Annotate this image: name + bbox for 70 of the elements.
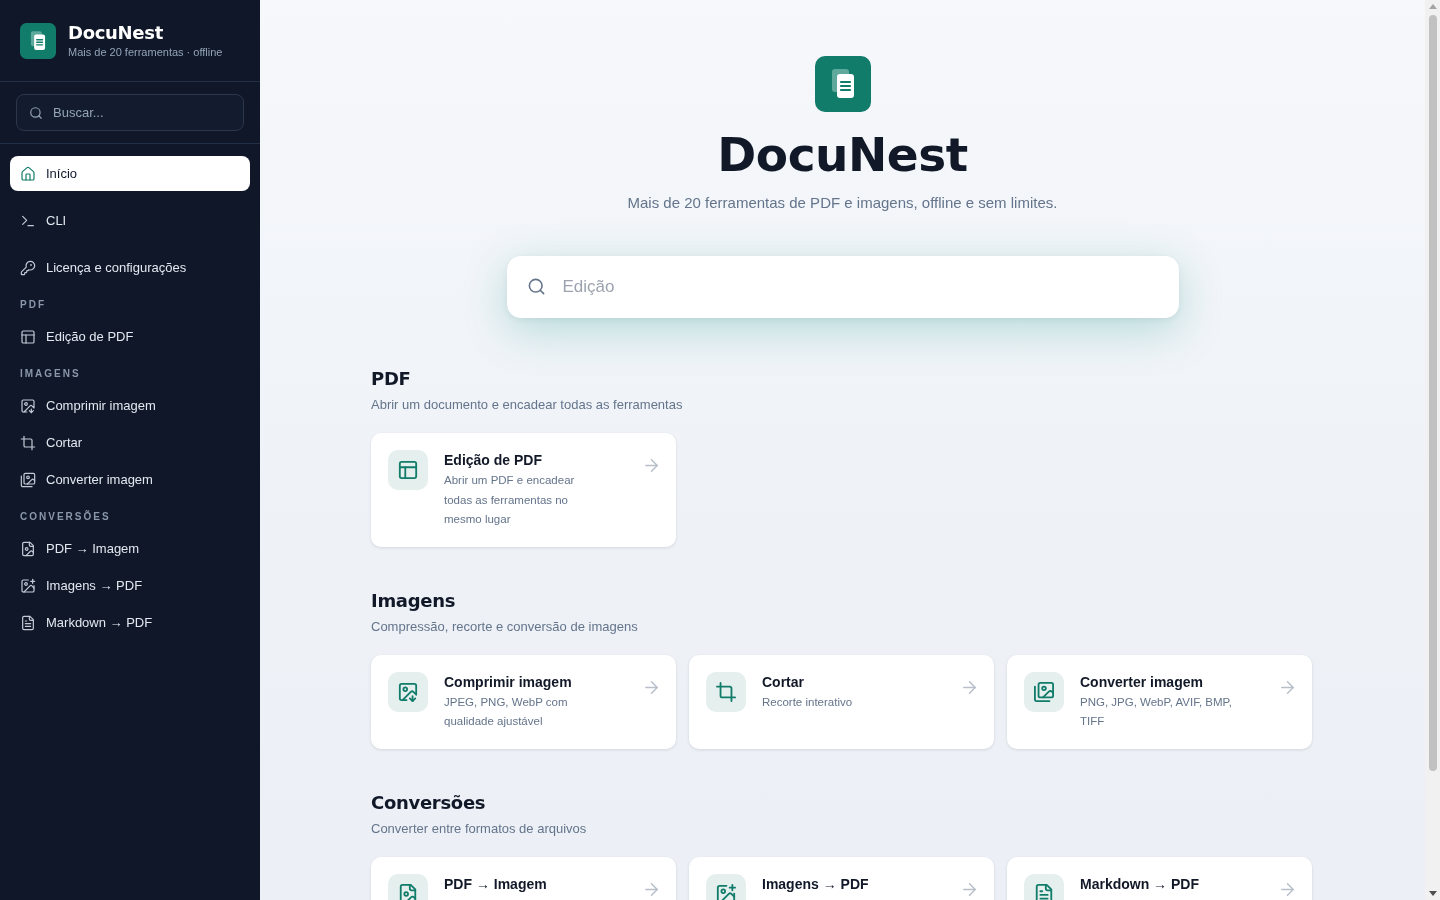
key-icon: [20, 259, 36, 276]
tool-card[interactable]: Edição de PDF Abrir um PDF e encadear todas as ferramentas no mesmo lugar: [371, 433, 676, 547]
nav-item[interactable]: Licença e configurações: [10, 250, 250, 285]
search-icon: [29, 106, 43, 120]
nav-item[interactable]: Markdown → PDF: [10, 605, 250, 640]
section-heading: PDF: [371, 367, 412, 391]
search-icon: [526, 277, 546, 296]
tool-title: Comprimir imagem: [444, 672, 573, 692]
tool-card[interactable]: Imagens → PDF: [689, 856, 994, 900]
arrow-right-icon: [645, 680, 658, 694]
tool-title: Edição de PDF: [444, 451, 544, 470]
images-icon: [20, 471, 36, 488]
arrow-right-icon: [963, 882, 976, 896]
caret-up-icon[interactable]: [1428, 4, 1437, 9]
crop-icon: [706, 671, 746, 712]
nav-item[interactable]: Imagens → PDF: [10, 568, 250, 603]
app-subtitle: Mais de 20 ferramentas · offline: [68, 46, 223, 59]
arrow-right-icon: [963, 680, 976, 694]
tool-description: Abrir um PDF e encadear todas as ferramentas no mesmo lugar: [444, 473, 576, 527]
nav-item[interactable]: Comprimir imagem: [10, 388, 250, 423]
tool-title: Markdown → PDF: [1080, 874, 1200, 894]
file-text-icon: [20, 614, 36, 631]
images-icon: [1024, 671, 1064, 712]
layout-icon: [388, 450, 428, 490]
crop-icon: [20, 434, 36, 451]
section-description: Abrir um documento e encadear todas as ferramentas: [371, 396, 684, 414]
section-description: Compressão, recorte e conversão de imagens: [371, 617, 639, 636]
nav-item[interactable]: PDF → Imagem: [10, 531, 250, 566]
tool-description: PNG, JPG, WebP, AVIF, BMP, TIFF: [1080, 694, 1233, 729]
tool-card[interactable]: Cortar Recorte interativo: [689, 654, 994, 749]
logo-icon: [814, 56, 871, 112]
section-label: PDF: [19, 299, 47, 311]
app-title: DocuNest: [68, 22, 164, 43]
image-download-icon: [20, 397, 36, 414]
nav-item[interactable]: Converter imagem: [10, 462, 250, 497]
nav-item[interactable]: CLI: [10, 203, 250, 238]
scrollbar-thumb[interactable]: [1428, 15, 1437, 771]
nav-item[interactable]: Edição de PDF: [10, 319, 250, 354]
tool-card[interactable]: Markdown → PDF: [1007, 856, 1312, 900]
scrollbar[interactable]: [1425, 0, 1440, 900]
tool-title: Converter imagem: [1080, 672, 1204, 692]
section-heading: Conversões: [371, 790, 487, 815]
tool-card[interactable]: Converter imagem PNG, JPG, WebP, AVIF, BMP, TIFF: [1007, 654, 1312, 749]
section-label: IMAGENS: [19, 368, 82, 380]
hero-subtitle: Mais de 20 ferramentas de PDF e imagens, offline e sem limites.: [627, 193, 1058, 213]
tool-title: Cortar: [762, 672, 805, 692]
nav-item[interactable]: Início: [10, 156, 250, 191]
tool-card[interactable]: Comprimir imagem JPEG, PNG, WebP com qualidade ajustável: [371, 654, 676, 749]
arrow-right-icon: [1281, 882, 1294, 896]
section-heading: Imagens: [371, 588, 457, 613]
logo-icon: [20, 22, 56, 59]
tool-card[interactable]: PDF → Imagem: [371, 856, 676, 900]
section-description: Converter entre formatos de arquivos: [371, 819, 588, 838]
nav-item[interactable]: Cortar: [10, 425, 250, 460]
hero-title: DocuNest: [717, 127, 968, 183]
arrow-right-icon: [1281, 680, 1294, 694]
search-field[interactable]: Buscar...: [16, 94, 244, 131]
file-image-icon: [20, 540, 36, 557]
home-icon: [20, 165, 36, 182]
image-plus-icon: [20, 577, 36, 594]
tool-title: PDF → Imagem: [444, 874, 548, 894]
image-download-icon: [388, 671, 428, 712]
tool-title: Imagens → PDF: [762, 874, 870, 894]
layout-icon: [20, 328, 36, 345]
tool-description: Recorte interativo: [762, 694, 854, 710]
arrow-right-icon: [645, 459, 658, 472]
section-label: CONVERSÕES: [19, 511, 112, 523]
arrow-right-icon: [645, 882, 658, 896]
caret-down-icon[interactable]: [1428, 891, 1437, 896]
tool-description: JPEG, PNG, WebP com qualidade ajustável: [444, 694, 569, 729]
